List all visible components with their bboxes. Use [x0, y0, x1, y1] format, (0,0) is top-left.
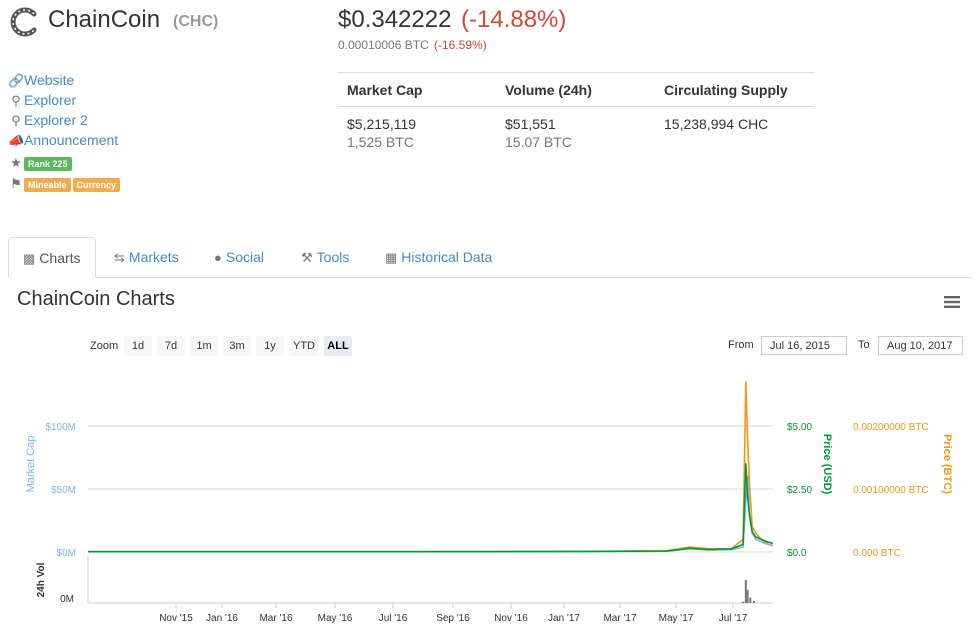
tab-tools[interactable]: ⚒ Tools: [301, 237, 349, 276]
y-left-tick-label: $50M: [51, 485, 76, 496]
tag-badge-currency: Currency: [72, 178, 121, 192]
tab-charts-label: Charts: [39, 250, 81, 266]
wrench-icon: ⚒: [301, 250, 313, 265]
link-icon: 🔗: [8, 73, 25, 88]
price-usd: $0.342222: [338, 6, 452, 33]
tag-icon: ⚑: [10, 176, 22, 191]
tab-bar: ▩ Charts ⇆ Markets ● Social ⚒ Tools ▦ Histori…: [8, 237, 971, 278]
tag-badge-mineable: Mineable: [24, 178, 71, 192]
to-date-input[interactable]: Aug 10, 2017: [878, 336, 963, 355]
zoom-1m-button[interactable]: 1m: [190, 336, 218, 356]
chaincoin-logo: [10, 7, 37, 37]
bar-chart-icon: ▩: [23, 251, 36, 266]
x-tick-label: Jul '17: [719, 613, 748, 624]
y-usd-tick-label: $2.50: [787, 485, 812, 496]
coin-name: ChainCoin: [48, 6, 161, 33]
globe-icon: ●: [214, 250, 222, 265]
x-tick-label: Nov '15: [159, 613, 193, 624]
volume-bar: [752, 601, 755, 603]
y-left-tick-label: $100M: [45, 422, 76, 433]
market-cap-usd: $5,215,119: [347, 116, 417, 132]
x-tick-label: Jul '16: [379, 613, 408, 624]
x-tick-label: Jan '17: [548, 613, 580, 624]
bullhorn-icon: 📣: [8, 133, 25, 148]
volume-bar: [744, 580, 747, 603]
x-tick-label: Jan '16: [206, 613, 238, 624]
tab-markets[interactable]: ⇆ Markets: [114, 237, 179, 276]
volume-header: Volume (24h): [505, 82, 592, 98]
tags-row: ⚑ Mineable Currency: [8, 175, 122, 195]
series-line-price-usd: [88, 463, 774, 553]
y-btc-tick-label: 0.00100000 BTC: [853, 485, 929, 496]
y-left-tick-label: $0M: [57, 548, 76, 559]
market-cap-header: Market Cap: [347, 82, 423, 98]
explorer-2-link-label[interactable]: Explorer 2: [24, 112, 88, 128]
tab-historical-data-label: Historical Data: [401, 249, 493, 265]
explorer-link-label[interactable]: Explorer: [24, 92, 76, 108]
hamburger-menu-icon[interactable]: [944, 296, 960, 308]
y-btc-tick-label: 0.00200000 BTC: [853, 422, 929, 433]
tab-historical-data[interactable]: ▦ Historical Data: [385, 237, 492, 276]
price-change-btc: (-16.59%): [434, 38, 487, 52]
y-usd-axis-title: Price (USD): [821, 434, 833, 495]
volume-tick-label: 0M: [60, 594, 74, 605]
exchange-icon: ⇆: [114, 250, 125, 265]
market-cap-btc: 1,525 BTC: [347, 134, 414, 150]
announcement-link[interactable]: 📣Announcement: [8, 132, 118, 152]
zoom-ytd-button[interactable]: YTD: [289, 336, 319, 356]
chart-title: ChainCoin Charts: [17, 288, 175, 310]
star-icon: ★: [10, 155, 22, 170]
x-tick-label: Mar '17: [603, 613, 636, 624]
from-date-input[interactable]: Jul 16, 2015: [761, 336, 847, 355]
y-btc-axis-title: Price (BTC): [941, 434, 953, 494]
to-label: To: [858, 339, 870, 351]
zoom-all-button[interactable]: ALL: [324, 336, 352, 356]
explorer-2-link[interactable]: ⚲ Explorer 2: [8, 112, 88, 132]
x-tick-label: Nov '16: [494, 613, 528, 624]
series-line-market-cap: [88, 475, 774, 553]
zoom-label: Zoom: [90, 340, 119, 352]
website-link[interactable]: 🔗Website: [8, 72, 74, 92]
zoom-3m-button[interactable]: 3m: [223, 336, 251, 356]
volume-axis-title: 24h Vol: [36, 562, 47, 597]
volume-bar: [749, 597, 752, 603]
x-tick-label: Mar '16: [259, 613, 292, 624]
price-change-usd: (-14.88%): [461, 6, 567, 33]
volume-usd: $51,551: [505, 116, 556, 132]
tab-markets-label: Markets: [128, 249, 179, 265]
price-chart[interactable]: $100M $50M $0M $5.00 $2.50 $0.0 0.00200000 BTC…: [0, 360, 977, 629]
tab-charts[interactable]: ▩ Charts: [8, 237, 96, 278]
search-icon: ⚲: [11, 93, 21, 108]
price-btc: 0.00010006 BTC: [338, 38, 429, 52]
calendar-icon: ▦: [385, 250, 398, 265]
stats-header-row: Market Cap Volume (24h) Circulating Supp…: [338, 72, 814, 107]
coin-symbol: (CHC): [173, 13, 219, 30]
circulating-supply: 15,238,994 CHC: [664, 116, 769, 132]
y-btc-tick-label: 0.000 BTC: [853, 548, 901, 559]
x-tick-label: May '16: [318, 613, 353, 624]
series-line-price-btc: [88, 381, 774, 553]
zoom-1y-button[interactable]: 1y: [256, 336, 284, 356]
zoom-1d-button[interactable]: 1d: [124, 336, 152, 356]
y-usd-tick-label: $0.0: [787, 548, 807, 559]
announcement-link-label[interactable]: Announcement: [24, 132, 118, 148]
rank-badge: Rank 225: [24, 157, 72, 171]
website-link-label[interactable]: Website: [24, 72, 74, 88]
volume-btc: 15.07 BTC: [505, 134, 572, 150]
x-tick-label: Sep '16: [436, 613, 470, 624]
zoom-7d-button[interactable]: 7d: [157, 336, 185, 356]
y-usd-tick-label: $5.00: [787, 422, 812, 433]
volume-bar: [746, 589, 749, 603]
search-icon: ⚲: [11, 113, 21, 128]
from-label: From: [728, 339, 754, 351]
supply-header: Circulating Supply: [664, 82, 788, 98]
tab-social[interactable]: ● Social: [214, 237, 264, 276]
tab-tools-label: Tools: [316, 249, 350, 265]
y-left-axis-title: Market Cap: [25, 436, 37, 493]
explorer-link[interactable]: ⚲ Explorer: [8, 92, 76, 112]
volume-bar: [742, 601, 745, 603]
rank-row: ★ Rank 225: [8, 154, 74, 174]
x-tick-label: May '17: [659, 613, 694, 624]
tab-social-label: Social: [225, 249, 264, 265]
